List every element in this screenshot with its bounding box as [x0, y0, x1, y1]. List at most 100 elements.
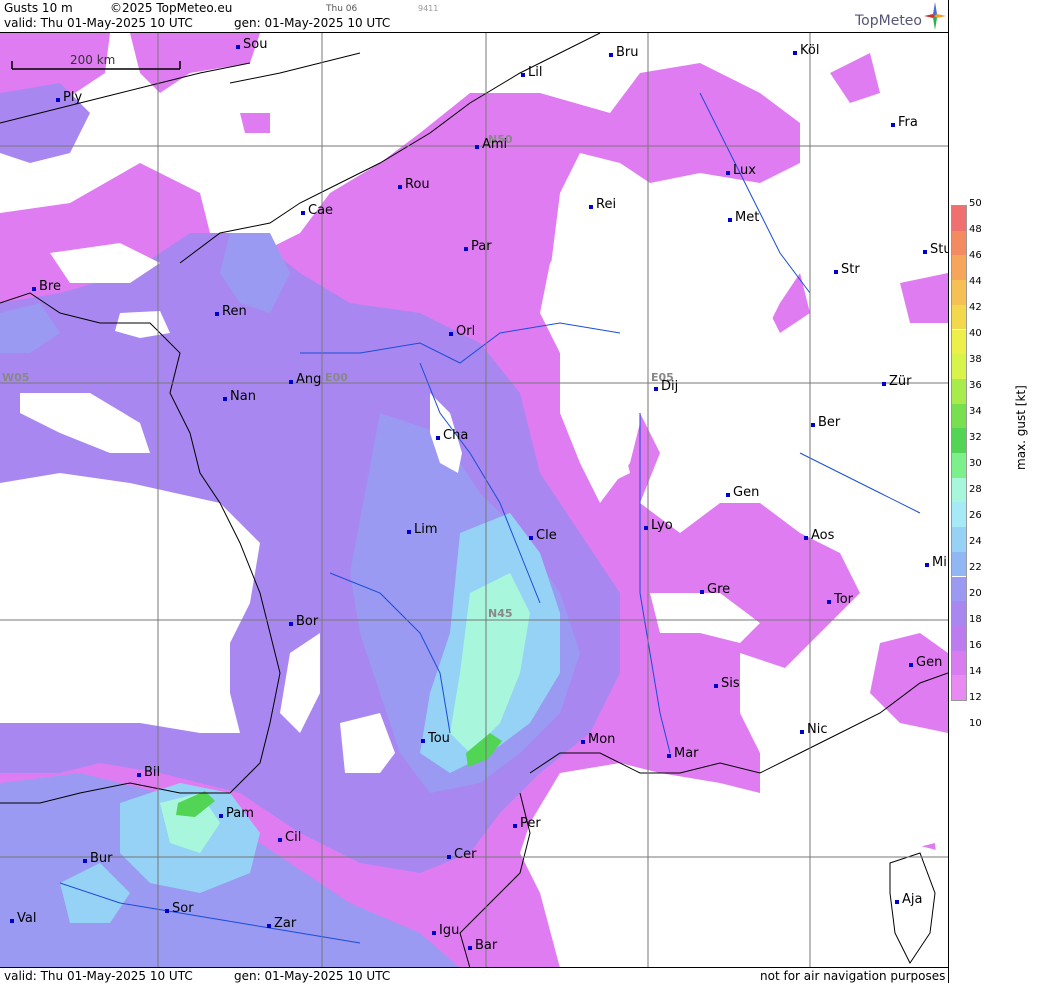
day-label: Thu 06 — [326, 4, 358, 14]
city-label: Tou — [421, 731, 450, 746]
city-label: Orl — [449, 324, 476, 339]
city-name: Zür — [889, 374, 912, 389]
city-label: Lim — [407, 522, 438, 537]
grid-label-n45: N45 — [488, 607, 513, 620]
city-marker-icon — [644, 526, 648, 530]
legend-tick: 22 — [969, 562, 982, 573]
legend-color-step — [952, 304, 966, 330]
city-label: Bor — [289, 614, 318, 629]
city-name: Nan — [230, 389, 256, 404]
city-name: Gen — [916, 655, 943, 670]
city-label: Mil — [925, 555, 948, 570]
legend-tick: 26 — [969, 510, 982, 521]
city-name: Ren — [222, 304, 247, 319]
legend-tick: 10 — [969, 718, 982, 729]
city-marker-icon — [398, 185, 402, 189]
valid-time: valid: Thu 01-May-2025 10 UTC — [4, 16, 193, 30]
legend-color-step — [952, 354, 966, 379]
city-name: Mon — [588, 732, 616, 747]
legend-tick: 38 — [969, 354, 982, 365]
city-marker-icon — [219, 814, 223, 818]
city-name: Cil — [285, 830, 302, 845]
city-label: Sis — [714, 676, 740, 691]
city-label: Cle — [529, 528, 557, 543]
legend-color-step — [952, 403, 966, 429]
city-name: Aos — [811, 528, 835, 543]
city-marker-icon — [667, 754, 671, 758]
city-label: Fra — [891, 115, 918, 130]
city-marker-icon — [909, 663, 913, 667]
city-label: Rou — [398, 177, 430, 192]
city-label: Cae — [301, 203, 334, 218]
legend-color-step — [952, 551, 966, 577]
city-marker-icon — [436, 436, 440, 440]
city-marker-icon — [726, 171, 730, 175]
city-marker-icon — [700, 590, 704, 594]
city-marker-icon — [800, 730, 804, 734]
legend-color-step — [952, 625, 966, 651]
city-marker-icon — [589, 205, 593, 209]
city-marker-icon — [714, 684, 718, 688]
city-label: Ren — [215, 304, 247, 319]
city-marker-icon — [581, 740, 585, 744]
city-label: Köl — [793, 43, 819, 58]
city-marker-icon — [289, 380, 293, 384]
city-marker-icon — [804, 536, 808, 540]
legend-tick: 16 — [969, 640, 982, 651]
footer-valid-time: valid: Thu 01-May-2025 10 UTC — [4, 969, 193, 983]
legend-tick: 28 — [969, 484, 982, 495]
city-label: Rei — [589, 197, 616, 212]
legend-color-step — [952, 502, 966, 528]
city-marker-icon — [793, 51, 797, 55]
legend-color-step — [952, 230, 966, 256]
legend: 50 48 46 44 42 40 38 36 34 32 30 28 26 24 22 20 18 16 14 12… — [948, 0, 1039, 983]
city-marker-icon — [32, 287, 36, 291]
city-name: Ami — [482, 137, 508, 152]
city-marker-icon — [895, 900, 899, 904]
city-name: Orl — [456, 324, 476, 339]
city-name: Cae — [308, 203, 334, 218]
legend-tick: 50 — [969, 198, 982, 209]
weather-map[interactable]: 200 km N50 N45 W05 E00 E05 Sou Ply Lil Bru K… — [0, 32, 948, 968]
city-label: Gen — [726, 485, 759, 500]
city-marker-icon — [521, 73, 525, 77]
city-label: Gre — [700, 582, 730, 597]
city-marker-icon — [137, 773, 141, 777]
city-label: Igu — [432, 923, 460, 938]
city-label: Lux — [726, 163, 756, 178]
city-name: Aja — [902, 892, 923, 907]
copyright: ©2025 TopMeteo.eu — [110, 1, 233, 15]
city-label: Cil — [278, 830, 302, 845]
city-label: Val — [10, 911, 36, 926]
gust-field — [0, 33, 948, 968]
legend-tick: 42 — [969, 302, 982, 313]
city-name: Cle — [536, 528, 557, 543]
legend-tick: 40 — [969, 328, 982, 339]
city-name: Stu — [930, 242, 948, 257]
legend-color-step — [952, 675, 966, 700]
logo-text: TopMeteo — [855, 13, 922, 29]
city-name: Igu — [439, 923, 460, 938]
city-marker-icon — [421, 739, 425, 743]
city-marker-icon — [236, 45, 240, 49]
city-name: Mar — [674, 746, 699, 761]
city-marker-icon — [923, 250, 927, 254]
city-label: Cha — [436, 428, 468, 443]
city-name: Cer — [454, 847, 477, 862]
footer-disclaimer: not for air navigation purposes — [760, 969, 946, 983]
city-label: Bil — [137, 765, 160, 780]
legend-tick: 32 — [969, 432, 982, 443]
city-label: Cer — [447, 847, 477, 862]
city-label: Dij — [654, 379, 678, 394]
legend-color-step — [952, 378, 966, 404]
city-name: Lil — [528, 65, 543, 80]
legend-color-step — [952, 329, 966, 355]
legend-tick: 14 — [969, 666, 982, 677]
legend-color-step — [952, 428, 966, 453]
city-name: Ply — [63, 90, 83, 105]
city-label: Per — [513, 816, 541, 831]
city-marker-icon — [827, 600, 831, 604]
city-name: Sou — [243, 37, 268, 52]
city-marker-icon — [811, 423, 815, 427]
legend-color-step — [952, 453, 966, 478]
